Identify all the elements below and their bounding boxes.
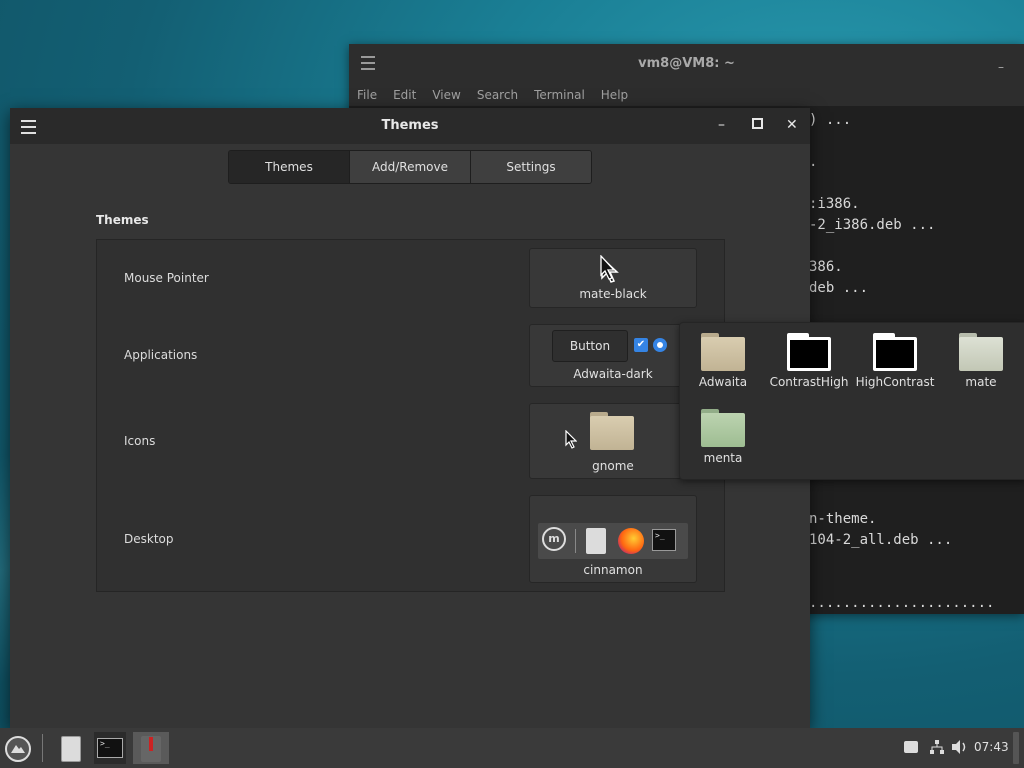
terminal-line: ...................... bbox=[809, 595, 995, 611]
window-title: Themes bbox=[381, 118, 439, 133]
volume-icon[interactable] bbox=[951, 739, 969, 755]
taskbar: >_ 07:43 bbox=[0, 728, 1024, 768]
desktop-label: Desktop bbox=[124, 532, 174, 546]
terminal-line: -2_i386.deb ... bbox=[809, 217, 936, 233]
show-desktop-button[interactable] bbox=[1013, 732, 1019, 764]
folder-icon bbox=[701, 409, 745, 447]
mint-menu-icon[interactable] bbox=[2, 732, 34, 764]
icon-theme-menta[interactable]: menta bbox=[680, 409, 766, 465]
clock[interactable]: 07:43 bbox=[974, 740, 1009, 754]
panel-preview: m >_ bbox=[538, 523, 688, 559]
folder-icon bbox=[701, 333, 745, 371]
icon-theme-label: ContrastHigh bbox=[769, 375, 849, 389]
tab-add-remove[interactable]: Add/Remove bbox=[350, 151, 471, 183]
taskbar-separator bbox=[42, 734, 43, 762]
icon-theme-label: HighContrast bbox=[855, 375, 935, 389]
desktop-button[interactable]: m >_ cinnamon bbox=[529, 495, 697, 583]
folder-icon bbox=[787, 333, 831, 371]
mouse-cursor-icon bbox=[600, 255, 616, 280]
menu-search[interactable]: Search bbox=[477, 84, 518, 106]
folder-preview-icon bbox=[590, 412, 634, 450]
network-icon[interactable] bbox=[929, 739, 945, 755]
terminal-title: vm8@VM8: ~ bbox=[638, 56, 735, 71]
folder-icon bbox=[959, 333, 1003, 371]
menu-file[interactable]: File bbox=[357, 84, 377, 106]
file-manager-icon[interactable] bbox=[55, 732, 87, 764]
close-icon[interactable]: ✕ bbox=[786, 117, 798, 133]
themes-icon[interactable] bbox=[133, 732, 169, 764]
applications-value: Adwaita-dark bbox=[573, 367, 653, 381]
terminal-titlebar[interactable]: vm8@VM8: ~ – bbox=[349, 44, 1024, 84]
terminal-icon[interactable]: >_ bbox=[94, 732, 126, 764]
terminal-line: . bbox=[809, 154, 818, 170]
mouse-pointer-label: Mouse Pointer bbox=[124, 271, 209, 285]
themes-panel: Mouse Pointer mate-black Applications Bu… bbox=[96, 239, 725, 592]
menu-help[interactable]: Help bbox=[601, 84, 628, 106]
mouse-pointer-value: mate-black bbox=[579, 287, 647, 301]
icon-theme-mate[interactable]: mate bbox=[938, 333, 1024, 389]
terminal-line: n-theme. bbox=[809, 511, 877, 527]
icon-theme-label: mate bbox=[965, 375, 997, 389]
printer-icon[interactable] bbox=[904, 741, 918, 753]
applications-label: Applications bbox=[124, 348, 198, 362]
tab-settings[interactable]: Settings bbox=[471, 151, 591, 183]
mouse-cursor-icon bbox=[565, 430, 577, 449]
terminal-line: 104-2_all.deb ... bbox=[809, 532, 953, 548]
icons-button[interactable]: gnome bbox=[529, 403, 697, 479]
mint-logo-icon: m bbox=[542, 527, 566, 551]
desktop-value: cinnamon bbox=[583, 563, 643, 577]
themes-titlebar[interactable]: Themes – ✕ bbox=[10, 108, 810, 144]
tab-themes[interactable]: Themes bbox=[229, 151, 350, 183]
icon-theme-label: menta bbox=[703, 451, 743, 465]
maximize-icon[interactable] bbox=[752, 118, 763, 129]
file-manager-icon bbox=[586, 528, 606, 554]
applications-button[interactable]: Button ✔ Adwaita-dark bbox=[529, 324, 697, 387]
tab-bar: Themes Add/Remove Settings bbox=[228, 150, 592, 184]
terminal-line: ) ... bbox=[809, 112, 852, 128]
terminal-icon: >_ bbox=[652, 529, 676, 551]
minimize-icon[interactable]: – bbox=[998, 60, 1004, 74]
section-title: Themes bbox=[96, 213, 149, 227]
terminal-line: :i386. bbox=[809, 196, 860, 212]
icon-theme-contrasthigh[interactable]: ContrastHigh bbox=[766, 333, 852, 389]
terminal-line: 386. bbox=[809, 259, 843, 275]
icon-theme-chooser: Adwaita ContrastHigh HighContrast mate m… bbox=[679, 322, 1024, 480]
radio-preview-icon bbox=[653, 338, 667, 352]
menu-view[interactable]: View bbox=[432, 84, 460, 106]
icon-theme-adwaita[interactable]: Adwaita bbox=[680, 333, 766, 389]
firefox-icon bbox=[618, 528, 644, 554]
icons-label: Icons bbox=[124, 434, 156, 448]
folder-icon bbox=[873, 333, 917, 371]
menu-edit[interactable]: Edit bbox=[393, 84, 416, 106]
minimize-icon[interactable]: – bbox=[718, 117, 725, 133]
icon-theme-highcontrast[interactable]: HighContrast bbox=[852, 333, 938, 389]
icon-theme-label: Adwaita bbox=[698, 375, 748, 389]
menu-terminal[interactable]: Terminal bbox=[534, 84, 585, 106]
preview-button: Button bbox=[552, 330, 628, 362]
terminal-menubar: File Edit View Search Terminal Help bbox=[349, 84, 1024, 106]
checkbox-preview-icon: ✔ bbox=[634, 338, 648, 352]
icons-value: gnome bbox=[592, 459, 634, 473]
terminal-line: deb ... bbox=[809, 280, 869, 296]
